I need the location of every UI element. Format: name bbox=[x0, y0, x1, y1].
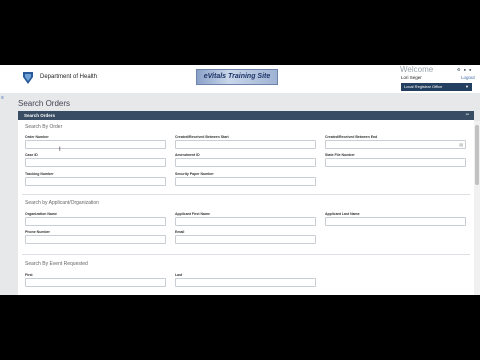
label-order-number: Order Number bbox=[25, 135, 49, 139]
label-applicant-first: Applicant First Name bbox=[175, 212, 211, 216]
label-amendment-id: Amendment ID bbox=[175, 153, 200, 157]
header-icons[interactable]: ⚙●● bbox=[457, 67, 474, 72]
label-security-paper: Security Paper Number bbox=[175, 172, 214, 176]
email-input[interactable] bbox=[175, 235, 316, 244]
training-site-banner: eVitals Training Site bbox=[196, 69, 278, 85]
section-divider bbox=[22, 254, 470, 255]
welcome-text: Welcome bbox=[400, 65, 434, 74]
case-id-input[interactable] bbox=[25, 158, 166, 167]
user-name: Lori Seger bbox=[401, 75, 422, 80]
chevron-down-icon: ▼ bbox=[465, 84, 469, 89]
tracking-number-input[interactable] bbox=[25, 177, 166, 186]
created-end-input[interactable]: ▤ bbox=[325, 140, 466, 149]
vertical-scrollbar[interactable] bbox=[474, 121, 480, 295]
calendar-icon[interactable]: ▤ bbox=[459, 142, 463, 147]
label-last: Last bbox=[175, 273, 183, 277]
app-header: Department of Health eVitals Training Si… bbox=[0, 65, 480, 93]
label-state-file-number: State File Number bbox=[325, 153, 355, 157]
label-tracking-number: Tracking Number bbox=[25, 172, 54, 176]
office-select[interactable]: Local Registrar Office ▼ bbox=[401, 83, 472, 91]
office-select-value: Local Registrar Office bbox=[404, 84, 443, 89]
department-name: Department of Health bbox=[40, 74, 98, 80]
section-by-order: Search By Order bbox=[25, 124, 63, 130]
last-name-input[interactable] bbox=[175, 278, 316, 287]
order-number-input[interactable] bbox=[25, 140, 166, 149]
label-created-start: Created/Received Between Start bbox=[175, 135, 229, 139]
section-divider bbox=[22, 194, 470, 195]
section-by-applicant: Search by Applicant/Organization bbox=[25, 200, 99, 206]
label-applicant-last: Applicant Last Name bbox=[325, 212, 360, 216]
state-file-number-input[interactable] bbox=[325, 158, 466, 167]
label-org-name: Organization Name bbox=[25, 212, 57, 216]
amendment-id-input[interactable] bbox=[175, 158, 316, 167]
collapse-icon[interactable]: − bbox=[465, 111, 469, 120]
label-case-id: Case ID bbox=[25, 153, 38, 157]
label-first: First bbox=[25, 273, 33, 277]
security-paper-input[interactable] bbox=[175, 177, 316, 186]
panel-title: Search Orders bbox=[24, 113, 56, 118]
label-created-end: Created/Received Between End bbox=[325, 135, 378, 139]
page-title: Search Orders bbox=[18, 99, 71, 108]
section-by-event: Search By Event Requested bbox=[25, 261, 88, 267]
label-phone: Phone Number bbox=[25, 230, 50, 234]
scrollbar-thumb[interactable] bbox=[475, 125, 479, 185]
hamburger-menu-icon[interactable]: ≡ bbox=[1, 95, 5, 101]
applicant-first-input[interactable] bbox=[175, 217, 316, 226]
label-email: Email bbox=[175, 230, 185, 234]
created-start-input[interactable] bbox=[175, 140, 316, 149]
phone-input[interactable] bbox=[25, 235, 166, 244]
department-logo bbox=[23, 72, 33, 84]
main-content: ≡ Search Orders Search Orders − Search B… bbox=[0, 93, 480, 295]
logout-link[interactable]: Logout bbox=[461, 75, 475, 80]
text-cursor-icon: I bbox=[59, 147, 61, 153]
panel-header: Search Orders − bbox=[18, 111, 474, 120]
search-orders-panel: Search Orders − Search By Order Order Nu… bbox=[18, 111, 474, 295]
org-name-input[interactable] bbox=[25, 217, 166, 226]
browser-viewport: Department of Health eVitals Training Si… bbox=[0, 65, 480, 295]
applicant-last-input[interactable] bbox=[325, 217, 466, 226]
first-name-input[interactable] bbox=[25, 278, 166, 287]
